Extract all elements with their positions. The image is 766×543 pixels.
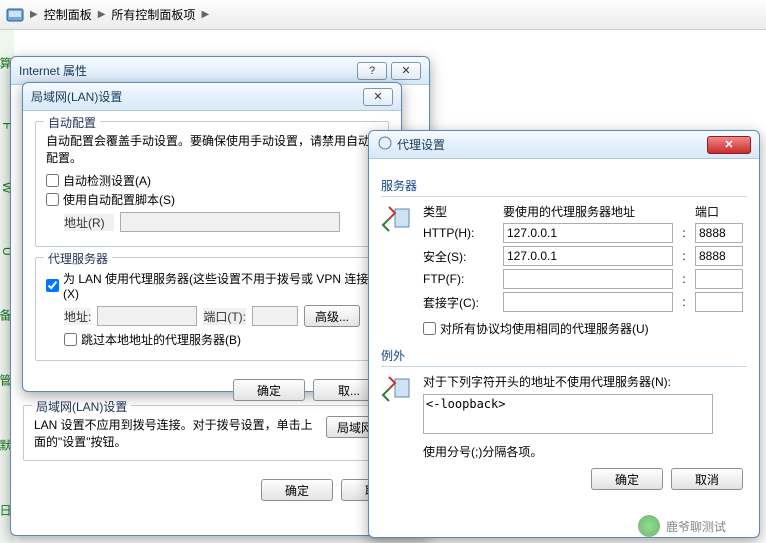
cancel-button[interactable]: 取消 — [671, 468, 743, 490]
address-label: 地址(R) — [64, 214, 114, 231]
group-title: 自动配置 — [44, 114, 100, 131]
proxy-row-secure: 安全(S): : — [423, 246, 743, 266]
crumb-control-panel[interactable]: 控制面板 — [44, 6, 92, 23]
wechat-icon — [638, 515, 660, 537]
chevron-right-icon: ▶ — [201, 9, 209, 20]
group-title: 代理服务器 — [44, 250, 112, 267]
close-button[interactable]: ✕ — [391, 62, 421, 80]
ftp-address-input[interactable] — [503, 269, 673, 289]
advanced-button[interactable]: 高级... — [304, 305, 360, 327]
help-button[interactable]: ? — [357, 62, 387, 80]
address-label: 地址: — [64, 308, 91, 325]
window-lan-settings: 局域网(LAN)设置 ✕ 自动配置 自动配置会覆盖手动设置。要确保使用手动设置，… — [22, 82, 402, 392]
checkbox-auto-script[interactable]: 使用自动配置脚本(S) — [46, 191, 378, 208]
window-proxy-settings: 代理设置 ✕ 服务器 类型 要使用的代理服务器地址 端口 HTTP(H): : — [368, 130, 760, 538]
checkbox-auto-detect[interactable]: 自动检测设置(A) — [46, 172, 378, 189]
crumb-all-items[interactable]: 所有控制面板项 — [111, 6, 195, 23]
ok-button[interactable]: 确定 — [233, 379, 305, 401]
ftp-port-input[interactable] — [695, 269, 743, 289]
breadcrumb: ▶ 控制面板 ▶ 所有控制面板项 ▶ — [0, 0, 766, 30]
servers-icon — [381, 203, 413, 235]
http-port-input[interactable] — [695, 223, 743, 243]
section-exceptions: 例外 — [381, 347, 747, 367]
port-label: 端口(T): — [203, 308, 246, 325]
lan-help-text: LAN 设置不应用到拨号连接。对于拨号设置，单击上面的"设置"按钮。 — [34, 416, 316, 450]
proxy-address-input — [97, 306, 197, 326]
dialog-buttons: 确定 取消 — [381, 460, 747, 492]
proxy-row-ftp: FTP(F): : — [423, 269, 743, 289]
proxy-row-socks: 套接字(C): : — [423, 292, 743, 312]
proxy-icon — [377, 135, 393, 154]
chevron-right-icon: ▶ — [30, 9, 38, 20]
close-button[interactable]: ✕ — [707, 136, 751, 154]
proxy-header: 类型 要使用的代理服务器地址 端口 — [423, 203, 743, 220]
titlebar: 局域网(LAN)设置 ✕ — [23, 83, 401, 111]
ok-button[interactable]: 确定 — [261, 479, 333, 501]
secure-port-input[interactable] — [695, 246, 743, 266]
window-title: 代理设置 — [397, 136, 703, 153]
ok-button[interactable]: 确定 — [591, 468, 663, 490]
auto-config-note: 自动配置会覆盖手动设置。要确保使用手动设置，请禁用自动配置。 — [46, 132, 378, 166]
checkbox-same-proxy[interactable]: 对所有协议均使用相同的代理服务器(U) — [423, 320, 743, 337]
dialog-buttons: 确定 取... — [35, 371, 389, 403]
dialog-buttons: 确定 取消 — [23, 471, 417, 503]
chevron-right-icon: ▶ — [98, 9, 106, 20]
window-title: 局域网(LAN)设置 — [31, 88, 359, 105]
watermark: 鹿爷聊测试 — [638, 515, 726, 537]
http-address-input[interactable] — [503, 223, 673, 243]
group-auto-config: 自动配置 自动配置会覆盖手动设置。要确保使用手动设置，请禁用自动配置。 自动检测… — [35, 121, 389, 247]
exceptions-textarea[interactable]: <-loopback> — [423, 394, 713, 434]
proxy-port-input — [252, 306, 298, 326]
secure-address-input[interactable] — [503, 246, 673, 266]
checkbox-bypass-local[interactable]: 跳过本地地址的代理服务器(B) — [64, 331, 378, 348]
socks-address-input[interactable] — [503, 292, 673, 312]
control-panel-icon — [6, 7, 24, 23]
group-proxy: 代理服务器 为 LAN 使用代理服务器(这些设置不用于拨号或 VPN 连接)(X… — [35, 257, 389, 361]
section-servers: 服务器 — [381, 177, 747, 197]
auto-script-address-input — [120, 212, 340, 232]
window-title: Internet 属性 — [19, 62, 353, 79]
titlebar: 代理设置 ✕ — [369, 131, 759, 159]
checkbox-use-proxy[interactable]: 为 LAN 使用代理服务器(这些设置不用于拨号或 VPN 连接)(X) — [46, 270, 378, 301]
exceptions-icon — [381, 373, 413, 405]
close-button[interactable]: ✕ — [363, 88, 393, 106]
proxy-row-http: HTTP(H): : — [423, 223, 743, 243]
exceptions-hint: 使用分号(;)分隔各项。 — [423, 443, 713, 460]
group-lan-settings: 局域网(LAN)设置 LAN 设置不应用到拨号连接。对于拨号设置，单击上面的"设… — [23, 405, 417, 461]
socks-port-input[interactable] — [695, 292, 743, 312]
titlebar: Internet 属性 ? ✕ — [11, 57, 429, 85]
exceptions-note: 对于下列字符开头的地址不使用代理服务器(N): — [423, 373, 713, 390]
